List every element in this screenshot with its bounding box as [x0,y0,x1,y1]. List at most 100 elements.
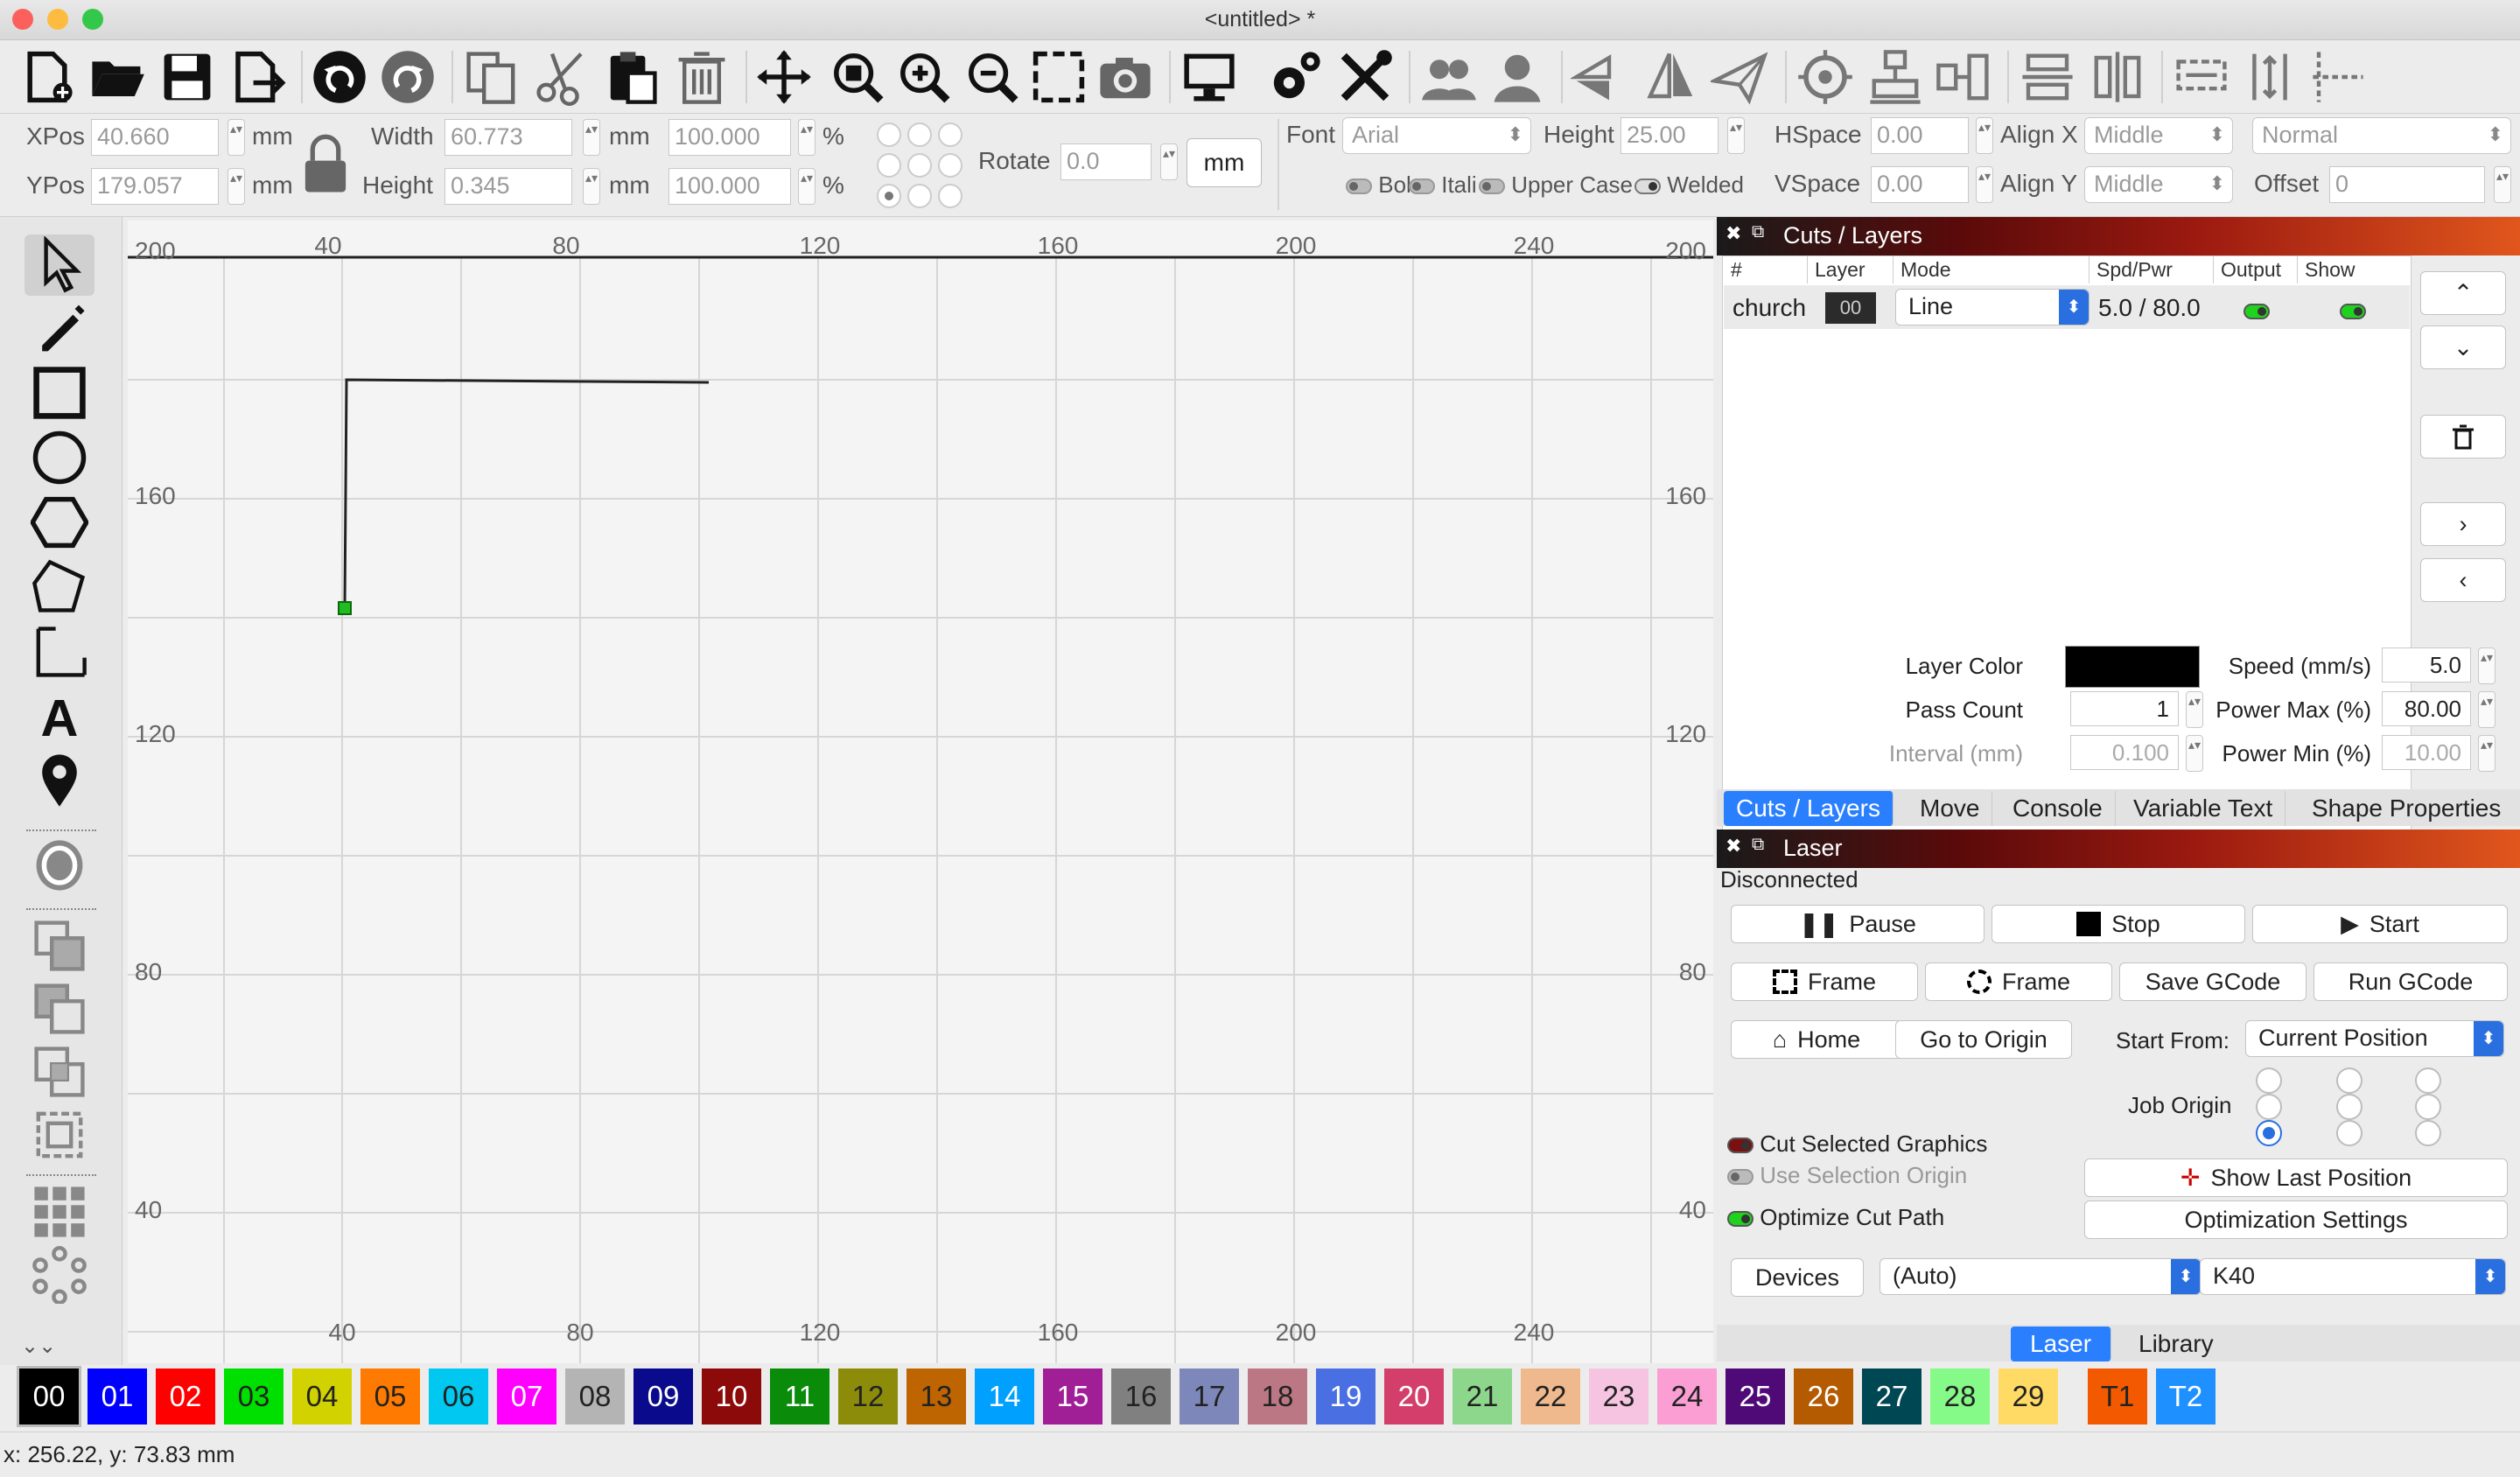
tab-console[interactable]: Console [2000,791,2116,826]
paste-icon[interactable] [598,44,665,110]
font-height-field[interactable]: 25.00 [1620,117,1718,154]
polygon-tool-icon[interactable] [24,492,94,553]
zoom-out-icon[interactable] [959,44,1026,110]
layer-next-button[interactable]: › [2420,502,2506,546]
power-max-field[interactable]: 80.00 [2382,691,2471,726]
layer-down-button[interactable]: ⌄ [2420,326,2506,369]
job-origin-top-left[interactable] [2256,1068,2282,1094]
rotate-field[interactable]: 0.0 [1060,144,1152,180]
optimize-cut-path-toggle[interactable]: Optimize Cut Path [1727,1204,1944,1231]
job-origin-bottom-center[interactable] [2336,1120,2362,1146]
power-max-stepper[interactable]: ▴▾ [2478,691,2496,728]
devices-button[interactable]: Devices [1731,1258,1864,1297]
units-toggle-button[interactable]: mm [1186,138,1262,187]
space-horizontal-icon[interactable] [2168,44,2235,110]
tab-laser[interactable]: Laser [2011,1326,2112,1362]
palette-swatch[interactable]: 03 [224,1368,284,1424]
redo-icon[interactable] [374,44,441,110]
zoom-frame-icon[interactable] [1026,44,1092,110]
job-origin-bottom-left[interactable] [2256,1120,2282,1146]
circular-array-icon[interactable] [24,1244,94,1306]
scale-width-field[interactable]: 100.000 [668,119,791,156]
palette-swatch[interactable]: 26 [1794,1368,1853,1424]
width-stepper[interactable]: ▴▾ [583,119,600,156]
export-icon[interactable] [224,44,290,110]
stop-button[interactable]: Stop [1992,905,2245,943]
scale-height-field[interactable]: 100.000 [668,168,791,205]
boolean-union-icon[interactable] [24,915,94,976]
palette-swatch[interactable]: 25 [1726,1368,1785,1424]
job-origin-top-right[interactable] [2415,1068,2441,1094]
ellipse-tool-icon[interactable] [24,427,94,488]
upper-case-toggle[interactable]: Upper Case [1479,172,1633,199]
settings-gear-icon[interactable] [1262,44,1328,110]
interval-field[interactable]: 0.100 [2070,735,2179,770]
draw-pencil-icon[interactable] [24,298,94,359]
save-icon[interactable] [154,44,220,110]
grid-snap-icon[interactable] [2305,44,2371,110]
start-button[interactable]: ▶ Start [2252,905,2508,943]
boolean-difference-icon[interactable] [24,978,94,1040]
users-group-icon[interactable] [1416,44,1482,110]
font-height-stepper[interactable]: ▴▾ [1727,117,1745,154]
position-tool-icon[interactable] [24,621,94,682]
float-panel-icon[interactable]: ⧉ [1752,835,1764,855]
distribute-vertical-icon[interactable] [2014,44,2081,110]
palette-swatch[interactable]: 01 [88,1368,147,1424]
palette-swatch[interactable]: 00 [17,1366,81,1427]
tab-library[interactable]: Library [2126,1326,2226,1362]
anchor-point-grid[interactable] [875,121,964,210]
palette-swatch[interactable]: 11 [770,1368,830,1424]
palette-swatch[interactable]: 21 [1452,1368,1512,1424]
send-plane-icon[interactable] [1706,44,1773,110]
camera-icon[interactable] [1092,44,1158,110]
scale-height-stepper[interactable]: ▴▾ [798,168,816,205]
font-select[interactable]: Arial [1342,117,1531,154]
optimization-settings-button[interactable]: Optimization Settings [2084,1200,2508,1239]
height-field[interactable]: 0.345 [444,168,572,205]
speed-stepper[interactable]: ▴▾ [2478,648,2496,684]
start-from-select[interactable]: Current Position ⬍ [2245,1020,2504,1057]
palette-swatch[interactable]: 06 [429,1368,488,1424]
layer-row[interactable]: church 00 Line ⬍ 5.0 / 80.0 [1724,285,2410,329]
zoom-in-icon[interactable] [891,44,957,110]
hspace-stepper[interactable]: ▴▾ [1976,117,1993,154]
layer-up-button[interactable]: ⌃ [2420,271,2506,315]
monitor-icon[interactable] [1176,44,1242,110]
align-x-select[interactable]: Middle [2084,117,2233,154]
palette-swatch[interactable]: 08 [565,1368,625,1424]
palette-swatch[interactable]: 12 [838,1368,898,1424]
church-shape-path[interactable] [343,378,710,609]
palette-swatch[interactable]: 20 [1384,1368,1444,1424]
weld-shapes-icon[interactable] [24,1104,94,1166]
pass-count-field[interactable]: 1 [2070,691,2179,726]
copy-icon[interactable] [458,44,525,110]
palette-swatch[interactable]: 29 [1998,1368,2058,1424]
layer-delete-button[interactable] [2420,415,2506,458]
ypos-stepper[interactable]: ▴▾ [228,168,245,205]
tab-cuts-layers[interactable]: Cuts / Layers [1724,791,1894,826]
close-panel-icon[interactable]: ✖ [1726,835,1741,858]
grid-array-icon[interactable] [24,1181,94,1242]
move-icon[interactable] [751,44,817,110]
palette-swatch[interactable]: T2 [2156,1368,2216,1424]
palette-swatch[interactable]: 16 [1111,1368,1171,1424]
palette-swatch[interactable]: T1 [2088,1368,2147,1424]
palette-swatch[interactable]: 23 [1589,1368,1648,1424]
palette-swatch[interactable]: 15 [1043,1368,1102,1424]
layer-show-toggle[interactable] [2340,299,2366,322]
mirror-vertical-icon[interactable] [1566,44,1633,110]
rotate-stepper[interactable]: ▴▾ [1160,144,1178,180]
palette-swatch[interactable]: 05 [360,1368,420,1424]
layer-color-swatch[interactable] [2065,646,2200,688]
palette-swatch[interactable]: 13 [906,1368,966,1424]
tab-variable-text[interactable]: Variable Text [2121,791,2286,826]
boolean-intersect-icon[interactable] [24,1041,94,1102]
offset-field[interactable]: 0 [2329,166,2485,203]
float-panel-icon[interactable]: ⧉ [1752,222,1764,242]
lock-ratio-icon[interactable] [298,131,354,201]
job-origin-top-center[interactable] [2336,1068,2362,1094]
align-y-select[interactable]: Middle [2084,166,2233,203]
use-selection-origin-toggle[interactable]: Use Selection Origin [1727,1162,1967,1189]
scale-width-stepper[interactable]: ▴▾ [798,119,816,156]
